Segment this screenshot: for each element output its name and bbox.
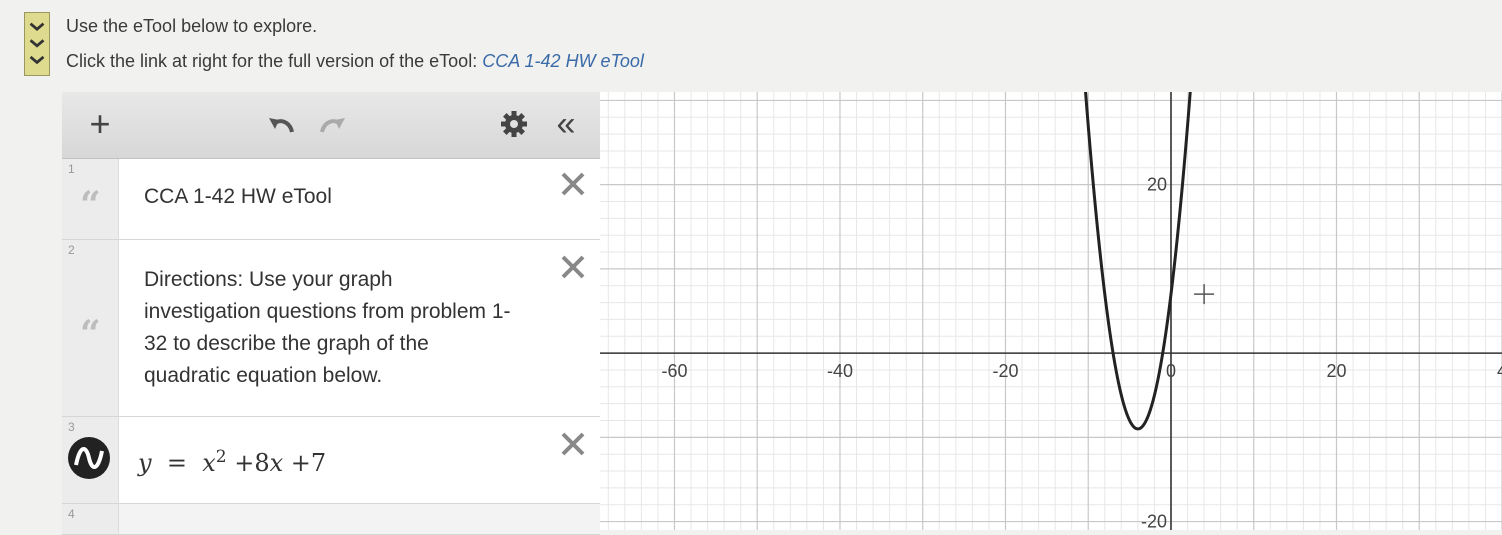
row-number: 4 — [68, 507, 75, 521]
x-tick-label: 20 — [1326, 361, 1346, 381]
note-text[interactable]: CCA 1-42 HW eTool — [144, 181, 332, 213]
undo-icon[interactable] — [266, 112, 298, 138]
expression-row-4[interactable]: 4 — [62, 504, 600, 535]
expression-panel: + « 1 “ CCA 1-42 HW eTool 2 “ Directions… — [62, 92, 601, 535]
y-tick-label: -20 — [1141, 512, 1167, 530]
math-lhs: y — [138, 449, 152, 477]
x-tick-label: -20 — [992, 361, 1018, 381]
intro-link-line: Click the link at right for the full ver… — [66, 51, 644, 72]
collapse-panel-button[interactable]: « — [550, 106, 582, 142]
graph-visibility-icon[interactable] — [68, 437, 110, 479]
expression-row-3[interactable]: 3 y = x2 +8x +7 — [62, 417, 600, 504]
etool-app: + « 1 “ CCA 1-42 HW eTool 2 “ Directions… — [62, 92, 1502, 535]
x-tick-label: -40 — [827, 361, 853, 381]
y-tick-label: 20 — [1147, 175, 1167, 195]
math-var: x — [202, 449, 216, 477]
equation-input[interactable]: y = x2 +8x +7 — [138, 447, 326, 477]
directions-note[interactable]: Directions: Use your graph investigation… — [144, 264, 511, 392]
etool-link[interactable]: CCA 1-42 HW eTool — [482, 51, 644, 71]
expression-toolbar: + « — [62, 92, 600, 159]
note-quote-icon: “ — [80, 184, 101, 226]
add-item-button[interactable]: + — [82, 106, 118, 142]
math-term: +7 — [290, 449, 327, 477]
intro-text: Use the eTool below to explore. — [66, 16, 318, 36]
math-equals: = — [166, 449, 187, 477]
row-number: 2 — [68, 243, 75, 257]
math-exponent: 2 — [215, 447, 227, 467]
note-line: 32 to describe the graph of the — [144, 332, 429, 355]
x-tick-label: -60 — [661, 361, 687, 381]
x-tick-label: 4 — [1497, 361, 1502, 381]
graph-svg[interactable]: -60 -40 -20 0 20 4 20 -20 — [600, 92, 1502, 530]
redo-icon[interactable] — [316, 112, 348, 138]
settings-gear-icon[interactable] — [500, 110, 528, 138]
expression-row-2[interactable]: 2 “ Directions: Use your graph investiga… — [62, 240, 600, 417]
delete-x-icon[interactable] — [558, 169, 588, 199]
crosshair-cursor-icon — [1194, 284, 1215, 305]
note-line: quadratic equation below. — [144, 364, 383, 387]
row-gutter: 2 “ — [62, 240, 119, 416]
math-var: x — [269, 449, 284, 477]
delete-x-icon[interactable] — [558, 429, 588, 459]
activity-icon — [24, 12, 50, 76]
graph-canvas[interactable]: -60 -40 -20 0 20 4 20 -20 — [600, 92, 1502, 530]
note-line: Directions: Use your graph — [144, 268, 393, 291]
note-line: investigation questions from problem 1- — [144, 300, 511, 323]
math-term: +8 — [234, 449, 270, 477]
delete-x-icon[interactable] — [558, 252, 588, 282]
x-tick-label: 0 — [1166, 361, 1176, 381]
expression-row-1[interactable]: 1 “ CCA 1-42 HW eTool — [62, 159, 600, 240]
intro-link-prefix: Click the link at right for the full ver… — [66, 51, 483, 71]
row-number: 3 — [68, 420, 75, 434]
note-quote-icon: “ — [80, 313, 101, 355]
row-gutter: 1 “ — [62, 159, 119, 239]
row-number: 1 — [68, 162, 75, 176]
row-gutter: 3 — [62, 417, 119, 503]
